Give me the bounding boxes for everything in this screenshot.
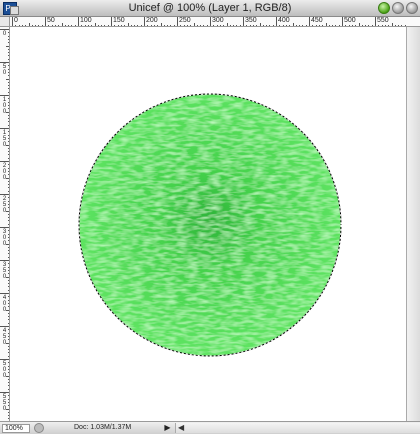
ruler-tick — [0, 359, 9, 360]
ruler-tick — [243, 17, 244, 26]
ruler-label: 400 — [2, 295, 7, 313]
ruler-origin-corner[interactable] — [0, 17, 10, 27]
ruler-tick — [276, 17, 277, 26]
ruler-label: 100 — [80, 17, 92, 24]
ruler-tick — [342, 17, 343, 26]
ruler-tick — [309, 17, 310, 26]
ruler-tick — [0, 62, 9, 63]
ruler-tick — [0, 128, 9, 129]
ruler-label: 150 — [2, 130, 7, 148]
ruler-tick — [0, 95, 9, 96]
ruler-label: 300 — [2, 229, 7, 247]
zoom-level-field[interactable]: 100% — [2, 424, 30, 433]
ruler-tick — [0, 293, 9, 294]
ruler-tick — [177, 17, 178, 26]
ruler-label: 100 — [2, 97, 7, 115]
title-bar: Ps Unicef @ 100% (Layer 1, RGB/8) — [0, 0, 420, 17]
ruler-tick — [375, 17, 376, 26]
ruler-tick — [144, 17, 145, 26]
scroll-left-arrow-icon[interactable]: ◀ — [178, 423, 184, 433]
horizontal-ruler[interactable]: 0 50 100 150 200 250 300 350 400 450 500 550 — [10, 17, 420, 27]
canvas-artwork — [78, 93, 342, 357]
green-circle — [79, 94, 341, 356]
ruler-label: 0 — [14, 17, 18, 24]
ruler-label: 300 — [212, 17, 224, 24]
ruler-label: 450 — [311, 17, 323, 24]
ruler-label: 250 — [2, 196, 7, 214]
ruler-tick — [45, 17, 46, 26]
close-window-button[interactable] — [406, 2, 418, 14]
ruler-label: 400 — [278, 17, 290, 24]
ruler-label: 350 — [245, 17, 257, 24]
ruler-label: 500 — [344, 17, 356, 24]
ruler-tick — [0, 326, 9, 327]
ruler-tick — [0, 260, 9, 261]
vertical-ruler[interactable]: 0 50 100 150 200 250 300 350 400 450 500 550 — [0, 27, 10, 421]
ruler-label: 200 — [2, 163, 7, 181]
horizontal-scrollbar[interactable]: ◀ — [175, 423, 420, 433]
ruler-tick — [0, 392, 9, 393]
status-menu-arrow-icon[interactable]: ▶ — [163, 423, 172, 433]
ruler-label: 200 — [146, 17, 158, 24]
ruler-label: 50 — [2, 64, 7, 76]
ruler-label: 550 — [2, 394, 7, 412]
minimize-window-button[interactable] — [392, 2, 404, 14]
ruler-tick — [0, 29, 9, 30]
ruler-label: 50 — [47, 17, 55, 24]
ruler-tick — [0, 194, 9, 195]
ruler-tick — [210, 17, 211, 26]
zoom-window-button[interactable] — [378, 2, 390, 14]
document-canvas[interactable] — [10, 27, 406, 421]
ruler-tick — [111, 17, 112, 26]
status-info-icon[interactable] — [34, 423, 44, 433]
status-bar: 100% Doc: 1.03M/1.37M ▶ ◀ — [0, 421, 420, 434]
ruler-tick — [78, 17, 79, 26]
ruler-label: 450 — [2, 328, 7, 346]
ruler-label: 500 — [2, 361, 7, 379]
window-title: Unicef @ 100% (Layer 1, RGB/8) — [128, 2, 292, 14]
ruler-tick — [0, 227, 9, 228]
ruler-label: 250 — [179, 17, 191, 24]
ruler-label: 550 — [377, 17, 389, 24]
ruler-tick — [12, 17, 13, 26]
ruler-label: 150 — [113, 17, 125, 24]
vertical-scrollbar[interactable] — [406, 27, 420, 421]
doc-size-info: Doc: 1.03M/1.37M — [74, 424, 132, 431]
ruler-label: 350 — [2, 262, 7, 280]
ruler-tick — [0, 161, 9, 162]
ruler-label: 0 — [2, 31, 7, 37]
